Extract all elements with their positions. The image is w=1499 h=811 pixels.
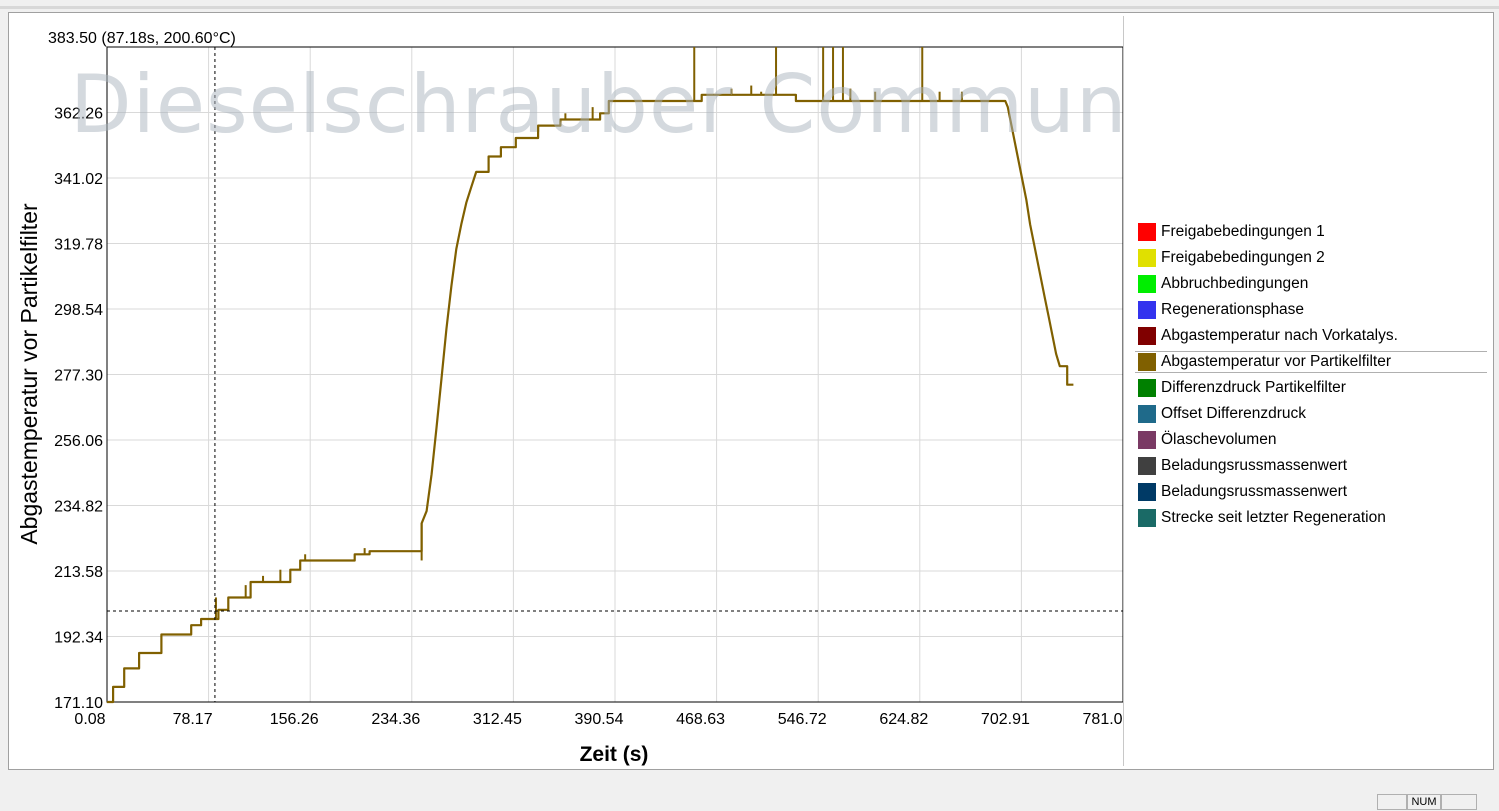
cursor-readout-label: 383.50 (87.18s, 200.60°C) (48, 30, 236, 47)
legend-label: Ölaschevolumen (1161, 431, 1277, 448)
legend-swatch (1138, 483, 1156, 501)
legend-swatch (1138, 509, 1156, 527)
x-tick-label: 0.08 (74, 711, 105, 728)
legend-label: Abgastemperatur nach Vorkatalys. (1161, 327, 1398, 344)
y-tick-label: 192.34 (54, 630, 103, 647)
legend-panel[interactable]: Freigabebedingungen 1 Freigabebedingungen… (1123, 16, 1488, 766)
legend-label: Strecke seit letzter Regeneration (1161, 509, 1386, 526)
legend-swatch (1138, 223, 1156, 241)
x-tick-label: 78.17 (173, 711, 213, 728)
y-tick-label: 362.26 (54, 106, 103, 123)
legend-item[interactable]: Abgastemperatur nach Vorkatalys. (1138, 325, 1398, 347)
legend-swatch (1138, 327, 1156, 345)
legend-label: Abgastemperatur vor Partikelfilter (1161, 353, 1392, 370)
y-tick-label: 319.78 (54, 237, 103, 254)
legend-label: Freigabebedingungen 1 (1161, 223, 1325, 240)
y-tick-label: 234.82 (54, 499, 103, 516)
y-axis-label: Abgastemperatur vor Partikelfilter (16, 203, 42, 545)
legend-swatch (1138, 431, 1156, 449)
x-tick-label: 468.63 (676, 711, 725, 728)
y-tick-label: 341.02 (54, 171, 103, 188)
legend-swatch (1138, 379, 1156, 397)
x-tick-label: 546.72 (778, 711, 827, 728)
legend-label: Freigabebedingungen 2 (1161, 249, 1325, 266)
legend-item[interactable]: Beladungsrussmassenwert (1138, 455, 1347, 477)
x-tick-label: 702.91 (981, 711, 1030, 728)
x-tick-label: 781.00 (1083, 711, 1123, 728)
legend-swatch (1138, 405, 1156, 423)
y-tick-label: 298.54 (54, 302, 103, 319)
x-axis-label: Zeit (s) (580, 743, 649, 766)
chart-plot[interactable]: 383.50 (87.18s, 200.60°C) 362.26 341.02 319… (0, 0, 1123, 790)
status-bar: NUM (0, 790, 1499, 811)
legend-item[interactable]: Abgastemperatur vor Partikelfilter (1135, 351, 1487, 373)
x-tick-label: 312.45 (473, 711, 522, 728)
legend-item[interactable]: Ölaschevolumen (1138, 429, 1276, 451)
legend-item[interactable]: Freigabebedingungen 1 (1138, 221, 1325, 243)
legend-item[interactable]: Abbruchbedingungen (1138, 273, 1308, 295)
legend-label: Beladungsrussmassenwert (1161, 483, 1348, 500)
legend-swatch (1138, 353, 1156, 371)
y-tick-label: 213.58 (54, 564, 103, 581)
legend-label: Offset Differenzdruck (1161, 405, 1307, 422)
legend-item[interactable]: Regenerationsphase (1138, 299, 1304, 321)
x-tick-label: 624.82 (879, 711, 928, 728)
legend-label: Differenzdruck Partikelfilter (1161, 379, 1346, 396)
legend-swatch (1138, 457, 1156, 475)
legend-item[interactable]: Offset Differenzdruck (1138, 403, 1306, 425)
legend-label: Abbruchbedingungen (1161, 275, 1309, 292)
y-tick-label: 256.06 (54, 433, 103, 450)
legend-label: Beladungsrussmassenwert (1161, 457, 1348, 474)
status-pane-empty-2 (1441, 794, 1477, 810)
y-tick-label: 277.30 (54, 368, 103, 385)
x-tick-label: 156.26 (270, 711, 319, 728)
y-tick-label: 171.10 (54, 695, 103, 712)
legend-swatch (1138, 249, 1156, 267)
status-pane-num: NUM (1407, 794, 1441, 810)
legend-swatch (1138, 275, 1156, 293)
legend-item[interactable]: Beladungsrussmassenwert (1138, 481, 1347, 503)
legend-item[interactable]: Freigabebedingungen 2 (1138, 247, 1325, 269)
legend-item[interactable]: Differenzdruck Partikelfilter (1138, 377, 1346, 399)
legend-swatch (1138, 301, 1156, 319)
x-tick-label: 234.36 (371, 711, 420, 728)
legend-item[interactable]: Strecke seit letzter Regeneration (1138, 507, 1386, 529)
legend-label: Regenerationsphase (1161, 301, 1305, 318)
x-tick-label: 390.54 (575, 711, 624, 728)
status-pane-empty (1377, 794, 1407, 810)
